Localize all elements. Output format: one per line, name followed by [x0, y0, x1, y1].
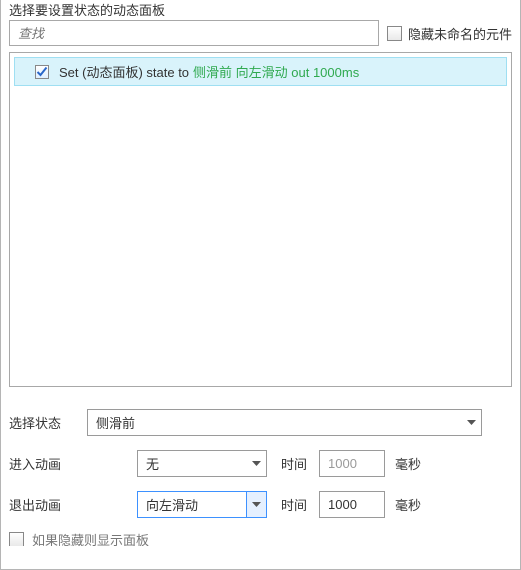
- checkbox-icon: [387, 26, 402, 41]
- enter-unit: 毫秒: [395, 454, 421, 473]
- exit-anim-row: 退出动画 向左滑动 时间 1000 毫秒: [9, 491, 512, 518]
- checkbox-icon: [9, 532, 24, 546]
- config-panel: 选择要设置状态的动态面板 隐藏未命名的元件 Set (动态面板) state t…: [0, 0, 521, 570]
- exit-value: 向左滑动: [146, 495, 198, 514]
- state-value: 侧滑前: [96, 413, 135, 432]
- exit-anim-combobox[interactable]: 向左滑动: [137, 491, 267, 518]
- checkbox-checked-icon[interactable]: [35, 65, 49, 79]
- enter-time-label: 时间: [281, 454, 319, 473]
- panel-listbox[interactable]: Set (动态面板) state to 侧滑前 向左滑动 out 1000ms: [9, 52, 512, 387]
- exit-unit: 毫秒: [395, 495, 421, 514]
- exit-time-input[interactable]: 1000: [319, 491, 385, 518]
- hide-unnamed-label: 隐藏未命名的元件: [408, 24, 512, 43]
- enter-anim-row: 进入动画 无 时间 1000 毫秒: [9, 450, 512, 477]
- panel-title: 选择要设置状态的动态面板: [9, 0, 512, 16]
- hide-unnamed-toggle[interactable]: 隐藏未命名的元件: [387, 24, 512, 43]
- enter-value: 无: [146, 454, 159, 473]
- enter-time-input[interactable]: 1000: [319, 450, 385, 477]
- exit-time-label: 时间: [281, 495, 319, 514]
- footer-toggle[interactable]: 如果隐藏则显示面板: [9, 532, 512, 546]
- exit-label: 退出动画: [9, 495, 137, 514]
- chevron-down-icon: [466, 418, 476, 428]
- chevron-down-icon: [252, 500, 262, 510]
- controls-area: 选择状态 侧滑前 进入动画 无 时间: [9, 409, 512, 546]
- enter-label: 进入动画: [9, 454, 137, 473]
- state-row: 选择状态 侧滑前: [9, 409, 512, 436]
- footer-label: 如果隐藏则显示面板: [32, 532, 149, 546]
- enter-anim-combobox[interactable]: 无: [137, 450, 267, 477]
- list-item[interactable]: Set (动态面板) state to 侧滑前 向左滑动 out 1000ms: [14, 57, 507, 86]
- chevron-down-icon: [251, 459, 261, 469]
- state-label: 选择状态: [9, 413, 87, 432]
- list-item-text: Set (动态面板) state to 侧滑前 向左滑动 out 1000ms: [59, 62, 359, 81]
- search-input[interactable]: [9, 20, 379, 46]
- state-combobox[interactable]: 侧滑前: [87, 409, 482, 436]
- search-row: 隐藏未命名的元件: [9, 20, 512, 46]
